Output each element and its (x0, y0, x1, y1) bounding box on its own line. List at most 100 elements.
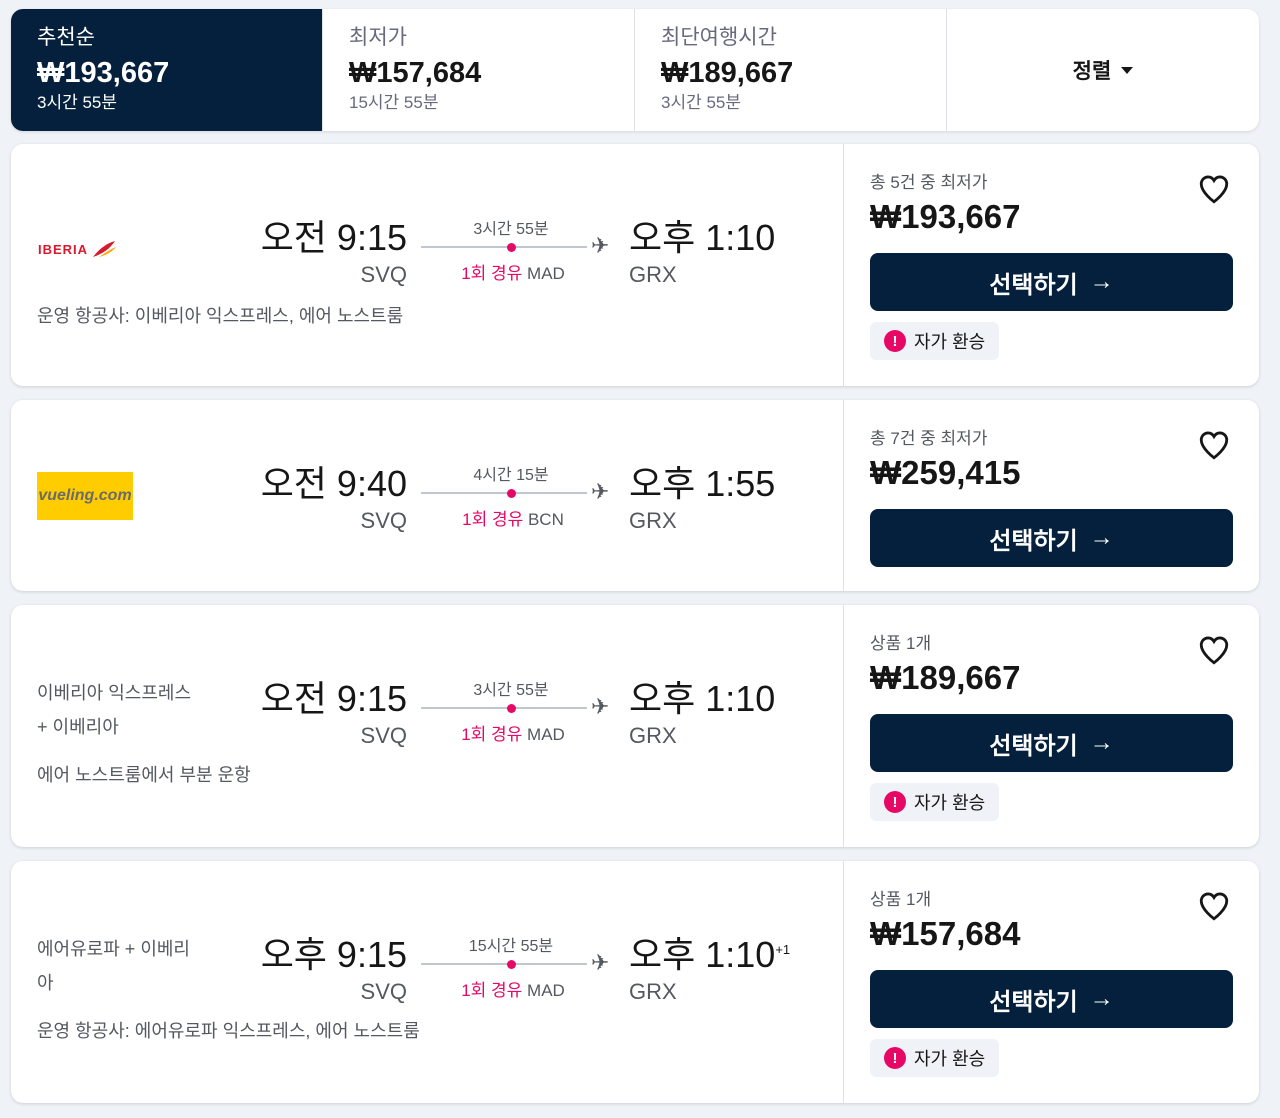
self-transfer-label: 자가 환승 (914, 332, 986, 352)
price: ₩157,684 (870, 915, 1021, 952)
price: ₩259,415 (870, 454, 1021, 491)
stop-dot (507, 704, 516, 713)
stop-dot (507, 243, 516, 252)
price: ₩189,667 (870, 659, 1021, 696)
tab-duration: 15시간 55분 (349, 93, 439, 112)
departure-time: 오전 9:15 (260, 678, 407, 719)
stop-count: 1회 경유 (461, 264, 523, 283)
heart-icon[interactable] (1196, 889, 1232, 923)
tab-price: ₩157,684 (349, 57, 482, 89)
airline-logo-text: IBERIA (38, 241, 89, 257)
tab-duration: 3시간 55분 (37, 93, 118, 112)
tab-title: 최저가 (349, 26, 407, 49)
select-button[interactable]: 선택하기 → (870, 509, 1233, 567)
tab-title: 추천순 (37, 26, 95, 49)
offer-count: 상품 1개 (870, 890, 932, 909)
arrival-airport: GRX (629, 979, 677, 1004)
itinerary-section[interactable]: IBERIA 운영 항공사: 이베리아 익스프레스, 에어 노스트룸 오전 9:… (11, 144, 844, 386)
sort-label: 정렬 (1072, 60, 1112, 83)
select-button[interactable]: 선택하기 → (870, 253, 1233, 311)
route-line (421, 246, 587, 248)
tab-price: ₩193,667 (37, 57, 170, 89)
arrival-time-text: 오후 1:10 (629, 934, 776, 975)
stop-dot (507, 489, 516, 498)
arrow-right-icon: → (1089, 729, 1114, 756)
stop-airport: BCN (527, 510, 564, 529)
itinerary-section[interactable]: 에어유로파 + 이베리 아 운영 항공사: 에어유로파 익스프레스, 에어 노스… (11, 861, 844, 1103)
stops-info: 1회 경유 MAD (421, 976, 605, 1001)
iberia-wing-icon (93, 241, 117, 257)
select-button-label: 선택하기 (989, 988, 1078, 1016)
stop-dot (507, 960, 516, 969)
plane-icon: ✈ (591, 950, 610, 975)
departure-airport: SVQ (360, 723, 407, 748)
stops-info: 1회 경유 MAD (421, 720, 605, 745)
heart-icon[interactable] (1196, 428, 1232, 462)
itinerary-section[interactable]: 이베리아 익스프레스 + 이베리아 에어 노스트룸에서 부분 운항 오전 9:1… (11, 605, 844, 847)
price-section: 총 5건 중 최저가 ₩193,667 선택하기 → ! 자가 환승 (844, 144, 1259, 386)
result-card[interactable]: IBERIA 운영 항공사: 이베리아 익스프레스, 에어 노스트룸 오전 9:… (11, 144, 1259, 386)
day-offset: +1 (775, 942, 791, 957)
operated-by: 운영 항공사: 에어유로파 익스프레스, 에어 노스트룸 (37, 1021, 420, 1041)
select-button[interactable]: 선택하기 → (870, 714, 1233, 772)
airline-names: 이베리아 익스프레스 + 이베리아 (37, 676, 217, 744)
warning-icon: ! (884, 791, 906, 813)
departure-time: 오전 9:15 (260, 217, 407, 258)
self-transfer-badge[interactable]: ! 자가 환승 (870, 783, 1000, 821)
flight-duration: 3시간 55분 (473, 221, 549, 238)
route-summary: 15시간 55분 ✈ 1회 경유 MAD (421, 932, 611, 1000)
arrival-time: 오후 1:10 (629, 217, 776, 258)
airline-logo: IBERIA (38, 239, 117, 259)
route-line (421, 707, 587, 709)
select-button-label: 선택하기 (989, 271, 1078, 299)
sort-tabs: 추천순 ₩193,667 3시간 55분 최저가 ₩157,684 15시간 5… (11, 9, 1259, 131)
heart-icon[interactable] (1196, 172, 1232, 206)
select-button[interactable]: 선택하기 → (870, 970, 1233, 1028)
route-summary: 3시간 55분 ✈ 1회 경유 MAD (421, 215, 611, 283)
stops-info: 1회 경유 MAD (421, 259, 605, 284)
plane-icon: ✈ (591, 479, 610, 504)
tab-price: ₩189,667 (661, 57, 794, 89)
offer-count: 총 7건 중 최저가 (870, 429, 988, 448)
stop-airport: MAD (527, 981, 565, 1000)
operated-by: 에어 노스트룸에서 부분 운항 (37, 765, 251, 785)
sort-dropdown[interactable]: 정렬 (947, 9, 1259, 131)
tab-recommended[interactable]: 추천순 ₩193,667 3시간 55분 (11, 9, 323, 131)
offer-count: 상품 1개 (870, 634, 932, 653)
select-button-label: 선택하기 (989, 732, 1078, 760)
arrival-time: 오후 1:10 (629, 678, 776, 719)
plane-icon: ✈ (591, 233, 610, 258)
operated-by: 운영 항공사: 이베리아 익스프레스, 에어 노스트룸 (37, 306, 404, 326)
self-transfer-badge[interactable]: ! 자가 환승 (870, 1039, 1000, 1077)
heart-icon[interactable] (1196, 633, 1232, 667)
airline-name: 이베리아 익스프레스 (37, 683, 192, 703)
departure-airport: SVQ (360, 262, 407, 287)
route-summary: 4시간 15분 ✈ 1회 경유 BCN (421, 461, 611, 529)
self-transfer-label: 자가 환승 (914, 793, 986, 813)
flight-duration: 15시간 55분 (468, 938, 554, 955)
stop-count: 1회 경유 (461, 725, 523, 744)
self-transfer-label: 자가 환승 (914, 1049, 986, 1069)
select-button-label: 선택하기 (989, 527, 1078, 555)
result-card[interactable]: 이베리아 익스프레스 + 이베리아 에어 노스트룸에서 부분 운항 오전 9:1… (11, 605, 1259, 847)
result-card[interactable]: 에어유로파 + 이베리 아 운영 항공사: 에어유로파 익스프레스, 에어 노스… (11, 861, 1259, 1103)
price-section: 상품 1개 ₩157,684 선택하기 → ! 자가 환승 (844, 861, 1259, 1103)
plane-icon: ✈ (591, 694, 610, 719)
itinerary-section[interactable]: vueling.com 오전 9:40 SVQ 4시간 15분 ✈ 1회 경유 … (11, 400, 844, 591)
tab-cheapest[interactable]: 최저가 ₩157,684 15시간 55분 (323, 9, 635, 131)
departure-airport: SVQ (360, 979, 407, 1004)
route-line (421, 492, 587, 494)
airline-name: + 이베리아 (37, 717, 119, 737)
airline-logo-text: vueling.com (38, 487, 132, 504)
departure-time: 오전 9:40 (260, 463, 407, 504)
airline-names: 에어유로파 + 이베리 아 (37, 932, 217, 1000)
caret-down-icon (1121, 66, 1134, 74)
tab-fastest[interactable]: 최단여행시간 ₩189,667 3시간 55분 (635, 9, 947, 131)
arrow-right-icon: → (1089, 985, 1114, 1012)
self-transfer-badge[interactable]: ! 자가 환승 (870, 322, 1000, 360)
arrow-right-icon: → (1089, 524, 1114, 551)
warning-icon: ! (884, 330, 906, 352)
route-line (421, 963, 587, 965)
flight-duration: 4시간 15분 (473, 467, 549, 484)
result-card[interactable]: vueling.com 오전 9:40 SVQ 4시간 15분 ✈ 1회 경유 … (11, 400, 1259, 591)
